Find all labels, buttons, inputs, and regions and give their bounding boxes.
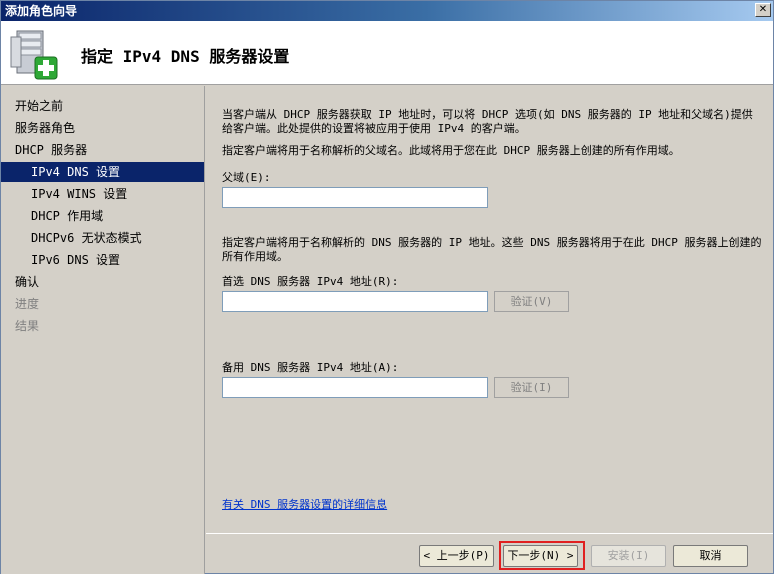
wizard-header: 指定 IPv4 DNS 服务器设置 [1, 21, 773, 85]
sidebar-item-dhcpv6-stateless[interactable]: DHCPv6 无状态模式 [1, 228, 204, 248]
sidebar-item-ipv6-dns[interactable]: IPv6 DNS 设置 [1, 250, 204, 270]
sidebar-item-progress: 进度 [15, 297, 40, 311]
sidebar-item-before-you-begin[interactable]: 开始之前 [1, 96, 204, 116]
dns-servers-description: 指定客户端将用于名称解析的 DNS 服务器的 IP 地址。这些 DNS 服务器将… [222, 236, 762, 263]
parent-domain-input[interactable] [222, 187, 488, 208]
cancel-button[interactable]: 取消 [673, 545, 748, 567]
sidebar-item-ipv4-wins[interactable]: IPv4 WINS 设置 [1, 184, 204, 204]
back-button[interactable]: < 上一步(P) [419, 545, 494, 567]
footer-divider [206, 533, 773, 534]
intro-text: 当客户端从 DHCP 服务器获取 IP 地址时，可以将 DHCP 选项(如 DN… [222, 108, 753, 135]
verify-alternate-button[interactable]: 验证(I) [494, 377, 569, 398]
sidebar-item-dhcp-server[interactable]: DHCP 服务器 [1, 140, 204, 160]
page-title: 指定 IPv4 DNS 服务器设置 [81, 47, 290, 66]
wizard-window: 添加角色向导 ✕ 指定 IPv4 DNS 服务器设置 开始之前 服务器角色 DH… [0, 0, 774, 574]
install-button: 安装(I) [591, 545, 666, 567]
verify-preferred-button[interactable]: 验证(V) [494, 291, 569, 312]
sidebar-item-results: 结果 [15, 319, 40, 333]
preferred-dns-input[interactable] [222, 291, 488, 312]
close-icon[interactable]: ✕ [755, 3, 771, 17]
alternate-dns-input[interactable] [222, 377, 488, 398]
next-button-highlight [499, 541, 585, 570]
dns-settings-info-link[interactable]: 有关 DNS 服务器设置的详细信息 [222, 496, 387, 512]
preferred-dns-label: 首选 DNS 服务器 IPv4 地址(R): [222, 275, 399, 288]
server-add-icon [10, 30, 58, 80]
sidebar-item-server-roles[interactable]: 服务器角色 [1, 118, 204, 138]
parent-domain-description: 指定客户端将用于名称解析的父域名。此域将用于您在此 DHCP 服务器上创建的所有… [222, 144, 680, 157]
sidebar-item-dhcp-scope[interactable]: DHCP 作用域 [1, 206, 204, 226]
title-bar: 添加角色向导 ✕ [1, 1, 773, 21]
wizard-content: 当客户端从 DHCP 服务器获取 IP 地址时，可以将 DHCP 选项(如 DN… [206, 86, 773, 533]
window-title: 添加角色向导 [5, 4, 78, 18]
alternate-dns-label: 备用 DNS 服务器 IPv4 地址(A): [222, 361, 399, 374]
sidebar-item-confirmation[interactable]: 确认 [1, 272, 204, 292]
sidebar-item-ipv4-dns[interactable]: IPv4 DNS 设置 [1, 162, 204, 182]
wizard-steps-sidebar: 开始之前 服务器角色 DHCP 服务器 IPv4 DNS 设置 IPv4 WIN… [1, 86, 205, 574]
parent-domain-label: 父域(E): [222, 171, 271, 184]
